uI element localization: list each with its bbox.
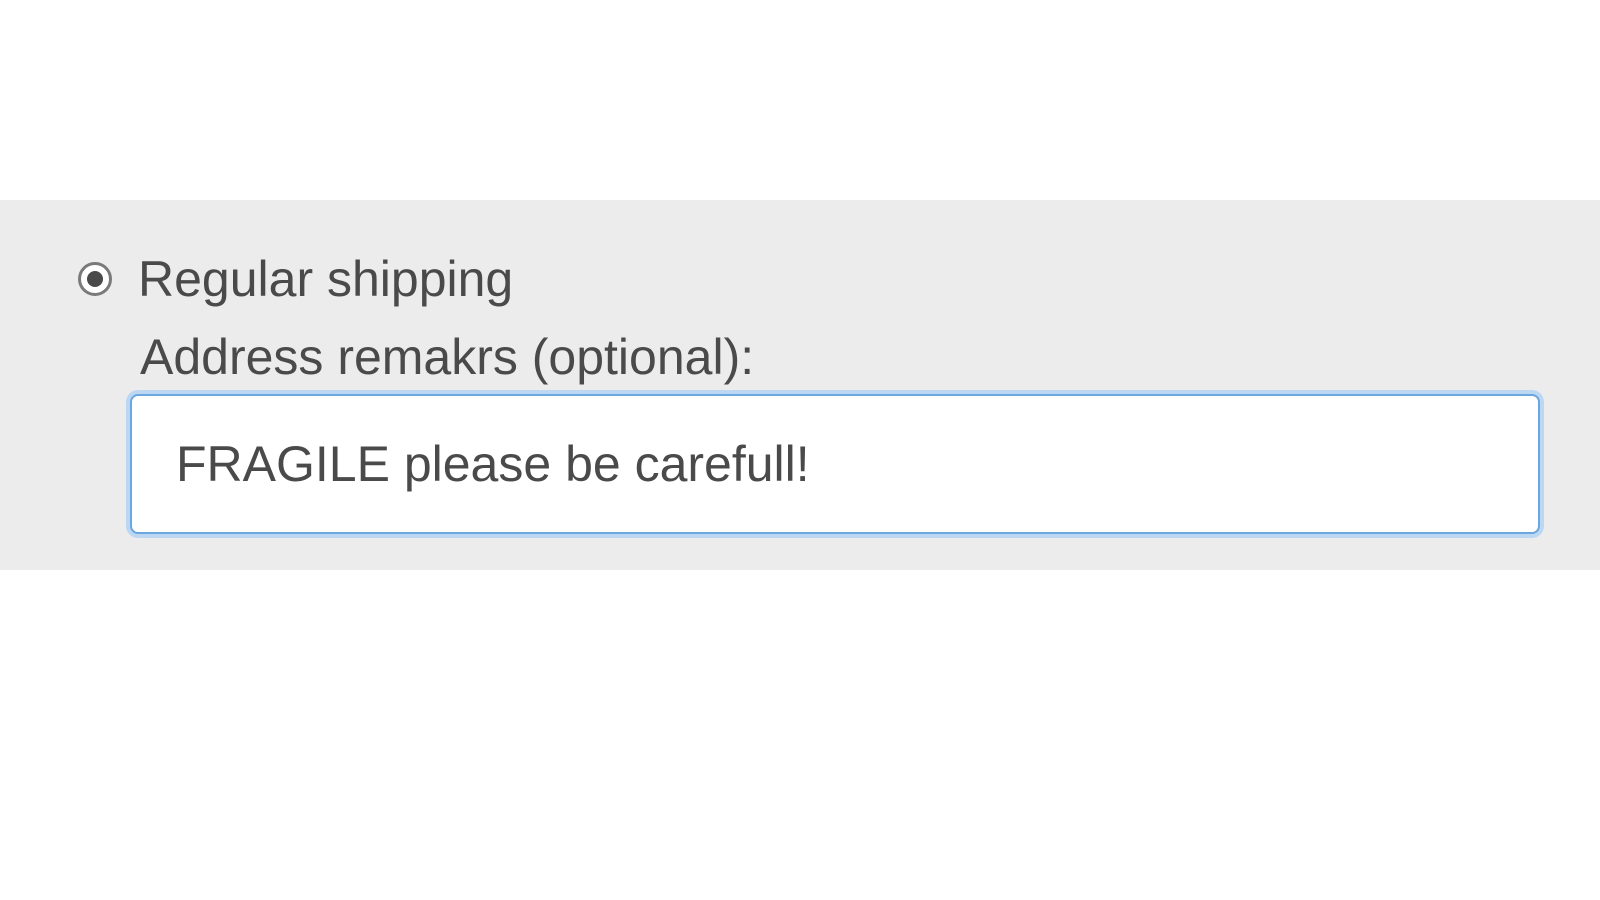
address-remarks-input-wrap (0, 394, 1600, 534)
address-remarks-input[interactable] (130, 394, 1540, 534)
regular-shipping-radio[interactable] (78, 262, 112, 296)
whitespace-top (0, 0, 1600, 200)
whitespace-bottom (0, 570, 1600, 900)
regular-shipping-label: Regular shipping (138, 250, 513, 308)
shipping-option-regular[interactable]: Regular shipping (0, 250, 1600, 308)
address-remarks-label: Address remakrs (optional): (0, 328, 1600, 386)
shipping-form-panel: Regular shipping Address remakrs (option… (0, 200, 1600, 570)
